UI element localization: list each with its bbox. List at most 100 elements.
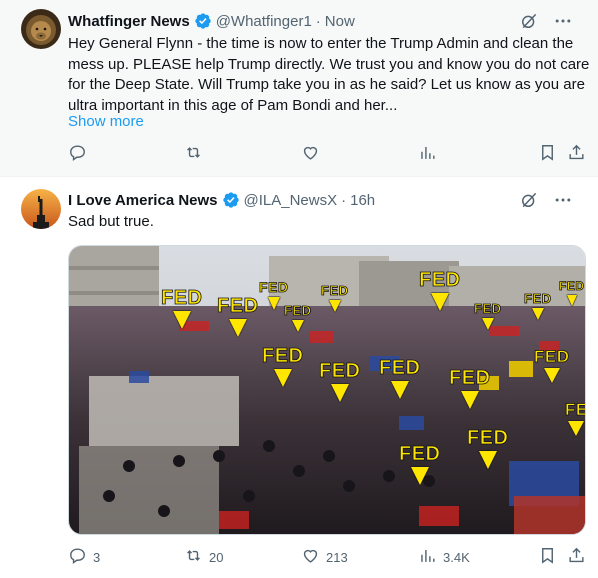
action-bar [68,143,586,165]
fed-label: FED [399,444,441,485]
down-arrow-icon [172,311,191,329]
tweet-header: I Love America News @ILA_NewsX · 16h [68,189,586,211]
retweet-icon [184,143,203,165]
fed-label: FED [419,270,461,311]
show-more-link[interactable]: Show more [68,113,144,130]
fed-label: FE [565,401,585,436]
share-icon [567,143,586,165]
fed-label-text: FED [559,279,585,293]
fed-label: FED [559,280,585,306]
reply-count: 3 [93,549,101,565]
tweet-text: Hey General Flynn - the time is now to e… [68,35,590,114]
author-handle[interactable]: @Whatfinger1 [216,13,312,30]
bookmark-icon [538,546,557,568]
heart-icon [301,546,320,568]
more-icon[interactable] [552,10,574,32]
retweet-button[interactable]: 20 [184,546,223,568]
reply-icon [68,546,87,568]
bookmark-button[interactable] [538,143,557,165]
fed-label-text: FED [321,283,349,298]
reply-button[interactable]: 3 [68,546,100,568]
share-button[interactable] [567,143,586,165]
fed-label-text: FED [284,303,312,318]
retweet-button[interactable] [184,143,203,165]
lion-avatar[interactable] [21,9,61,49]
retweet-count: 20 [209,549,224,565]
fed-label-text: FED [379,357,421,379]
views-count: 3.4K [443,549,470,565]
fed-label-text: FED [217,295,259,317]
down-arrow-icon [430,293,449,311]
verified-badge-icon [222,191,240,209]
like-button[interactable] [301,143,320,165]
fed-label: FED [319,361,361,402]
share-icon [567,546,586,568]
down-arrow-icon [460,391,479,409]
fed-label-text: FE [565,400,585,419]
fed-label-text: FED [262,345,304,367]
grok-icon[interactable] [518,189,540,211]
views-icon [418,546,437,568]
fed-label-text: FED [419,269,461,291]
author-name[interactable]: I Love America News [68,192,218,209]
reply-button[interactable] [68,143,87,165]
action-bar: 3 20 213 3.4K [68,546,586,568]
down-arrow-icon [568,421,585,436]
fed-label-text: FED [319,360,361,382]
grok-icon[interactable] [518,10,540,32]
views-icon [418,143,437,165]
down-arrow-icon [481,318,494,330]
like-button[interactable]: 213 [301,546,348,568]
fed-label: FED [524,292,552,320]
fed-label-text: FED [259,279,289,295]
fed-label-text: FED [399,443,441,465]
fed-label-text: FED [474,301,502,316]
timestamp[interactable]: Now [325,13,355,30]
tweet-whatfinger[interactable]: Whatfinger News @Whatfinger1 · Now Hey G… [0,0,598,177]
down-arrow-icon [330,384,349,402]
author-handle[interactable]: @ILA_NewsX [244,192,338,209]
fed-label: FED [474,302,502,330]
separator-dot: · [315,12,321,30]
down-arrow-icon [543,368,560,383]
down-arrow-icon [228,319,247,337]
down-arrow-icon [267,297,280,310]
tweet-text: Sad but true. [68,213,154,230]
share-button[interactable] [567,546,586,568]
separator-dot: · [341,191,347,209]
bookmark-icon [538,143,557,165]
down-arrow-icon [273,369,292,387]
fed-label: FED [449,368,491,409]
fed-label-text: FED [524,291,552,306]
down-arrow-icon [390,381,409,399]
fed-label: FED [379,358,421,399]
fed-label: FED [262,346,304,387]
tweet-ilovefamerica[interactable]: I Love America News @ILA_NewsX · 16h Sad… [0,178,598,578]
fed-label: FED [161,288,203,329]
author-name[interactable]: Whatfinger News [68,13,190,30]
fed-label-text: FED [534,347,570,366]
views-button[interactable]: 3.4K [418,546,470,568]
fed-labels-layer: FED FED FED FED FED FED FED FED FED FED FED FED FED F… [69,246,585,534]
retweet-icon [184,546,203,568]
down-arrow-icon [566,295,577,306]
views-button[interactable] [418,143,437,165]
fed-label-text: FED [467,427,509,449]
reply-icon [68,143,87,165]
statue-of-liberty-avatar[interactable] [21,189,61,229]
down-arrow-icon [531,308,544,320]
timestamp[interactable]: 16h [350,192,375,209]
fed-label: FED [321,284,349,312]
like-count: 213 [326,549,348,565]
tweet-image[interactable]: FED FED FED FED FED FED FED FED FED FED FED FED FED F… [68,245,586,535]
more-icon[interactable] [552,189,574,211]
fed-label: FED [534,348,570,383]
down-arrow-icon [291,320,304,332]
fed-label: FED [284,304,312,332]
tweet-header: Whatfinger News @Whatfinger1 · Now [68,10,586,32]
heart-icon [301,143,320,165]
down-arrow-icon [410,467,429,485]
fed-label: FED [467,428,509,469]
down-arrow-icon [478,451,497,469]
bookmark-button[interactable] [538,546,557,568]
